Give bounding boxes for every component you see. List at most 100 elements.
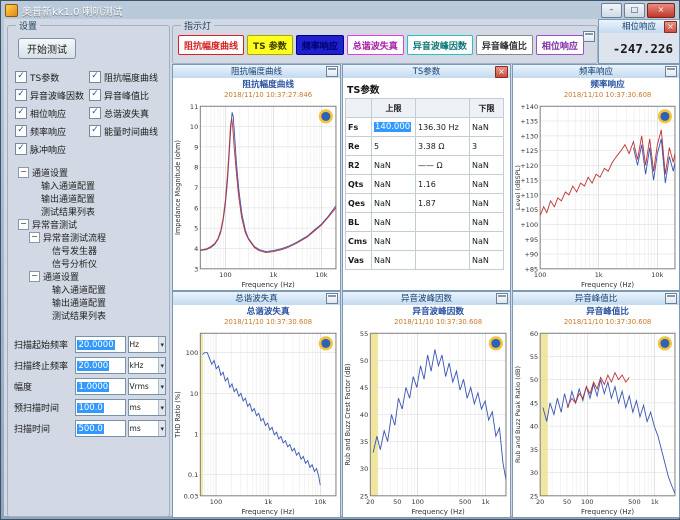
svg-text:总谐波失真: 总谐波失真	[247, 305, 290, 317]
checkbox-checked-icon: ✓	[15, 125, 27, 137]
restore-icon[interactable]	[583, 31, 595, 42]
crest-factor-panel: 异音波峰因数 2530354045505520501005001k异音波峰因数2…	[342, 291, 511, 518]
dropdown-arrow-icon: ▾	[158, 421, 165, 436]
field-input-0[interactable]: 20.0000	[75, 336, 125, 353]
restore-icon[interactable]	[326, 293, 338, 304]
unit-label: kHz	[130, 361, 144, 370]
svg-text:+135: +135	[520, 118, 538, 126]
svg-text:100: 100	[186, 349, 199, 357]
checkbox-item-2-1[interactable]: ✓总谐波失真	[89, 107, 171, 120]
indicator-button-2[interactable]: 频率响应	[296, 35, 344, 55]
svg-text:500: 500	[459, 498, 472, 506]
checkbox-item-1-1[interactable]: ✓异音峰值比	[89, 89, 171, 102]
tree-collapse-icon[interactable]: −	[18, 219, 29, 230]
field-value: 500.0	[77, 424, 103, 434]
indicator-button-6[interactable]: 相位响应	[536, 35, 584, 55]
checkbox-item-0-1[interactable]: ✓阻抗幅度曲线	[89, 71, 171, 84]
close-button[interactable]: ×	[647, 3, 675, 18]
tree-collapse-icon[interactable]: −	[29, 232, 40, 243]
indicator-button-3[interactable]: 总谐波失真	[347, 35, 404, 55]
field-input-4[interactable]: 500.0	[75, 420, 125, 437]
field-label: 预扫描时间	[14, 401, 73, 414]
maximize-button[interactable]: □	[624, 3, 645, 18]
tree-collapse-icon[interactable]: −	[29, 271, 40, 282]
svg-text:50: 50	[530, 376, 538, 384]
tree-item-3[interactable]: 测试结果列表	[16, 205, 106, 218]
indicator-button-0[interactable]: 阻抗幅度曲线	[178, 35, 244, 55]
field-input-2[interactable]: 1.0000	[75, 378, 125, 395]
unit-select-3[interactable]: ms▾	[128, 399, 166, 416]
tree-item-label: 信号分析仪	[52, 257, 97, 270]
unit-select-0[interactable]: Hz▾	[128, 336, 166, 353]
dropdown-arrow-icon: ▾	[158, 337, 165, 352]
restore-icon[interactable]	[665, 293, 677, 304]
close-icon[interactable]: ×	[664, 21, 677, 33]
svg-text:10k: 10k	[651, 271, 663, 279]
close-icon[interactable]: ×	[495, 66, 508, 78]
indicator-button-4[interactable]: 异音波峰因数	[407, 35, 473, 55]
checkbox-item-2-0[interactable]: ✓相位响应	[15, 107, 89, 120]
checkbox-item-1-0[interactable]: ✓异音波峰因数	[15, 89, 89, 102]
checkbox-item-0-0[interactable]: ✓TS参数	[15, 71, 89, 84]
svg-text:9: 9	[194, 143, 198, 151]
tree-item-0[interactable]: −通道设置	[16, 166, 106, 179]
indicator-button-5[interactable]: 异音峰值比	[476, 35, 533, 55]
field-row-2: 幅度1.0000Vrms▾	[14, 376, 166, 397]
start-test-button[interactable]: 开始测试	[18, 38, 76, 59]
svg-text:100: 100	[219, 271, 232, 279]
unit-select-4[interactable]: ms▾	[128, 420, 166, 437]
svg-text:异音波峰因数: 异音波峰因数	[412, 305, 464, 317]
tree-item-label: 通道设置	[43, 270, 79, 283]
checkbox-item-3-1[interactable]: ✓能量时间曲线	[89, 125, 171, 138]
titlebar[interactable]: 奥普新kk1.0 喇叭测试 – □ ×	[1, 1, 679, 19]
svg-text:Frequency (Hz): Frequency (Hz)	[241, 507, 295, 516]
indicator-group: 指示灯 阻抗幅度曲线TS 参数频率响应总谐波失真异音波峰因数异音峰值比相位响应	[172, 25, 598, 64]
field-input-3[interactable]: 100.0	[75, 399, 125, 416]
field-input-1[interactable]: 20.000	[75, 357, 125, 374]
tree-collapse-icon[interactable]: −	[18, 167, 29, 178]
restore-icon[interactable]	[496, 293, 508, 304]
ts-table: 上限下限Fs140.000136.30 HzNaNRe53.38 Ω3R2NaN…	[345, 98, 504, 270]
svg-text:+105: +105	[520, 206, 538, 214]
checkbox-checked-icon: ✓	[89, 89, 101, 101]
svg-text:+110: +110	[520, 191, 538, 199]
checkbox-label: 异音峰值比	[104, 89, 149, 102]
frequency-response-panel: 频率响应 +85+90+95+100+105+110+115+120+125+1…	[512, 64, 680, 291]
ts-row-R2: R2NaN—— ΩNaN	[346, 156, 504, 175]
ts-row-Fs: Fs140.000136.30 HzNaN	[346, 118, 504, 137]
ts-column-header	[346, 99, 372, 118]
tree-item-8[interactable]: −通道设置	[16, 270, 106, 283]
svg-text:45: 45	[530, 399, 538, 407]
tree-item-11[interactable]: 测试结果列表	[16, 309, 106, 322]
svg-text:+120: +120	[520, 162, 538, 170]
tree-item-10[interactable]: 输出通道配置	[16, 296, 106, 309]
restore-icon[interactable]	[665, 66, 677, 77]
tree-item-1[interactable]: 输入通道配置	[16, 179, 106, 192]
svg-text:6: 6	[194, 204, 198, 212]
ts-parameters-panel: TS参数 × TS参数 上限下限Fs140.000136.30 HzNaNRe5…	[342, 64, 511, 291]
svg-text:55: 55	[360, 330, 368, 338]
tree-item-6[interactable]: 信号发生器	[16, 244, 106, 257]
checkbox-item-3-0[interactable]: ✓频率响应	[15, 125, 89, 138]
svg-text:8: 8	[194, 164, 198, 172]
field-row-1: 扫描终止频率20.000kHz▾	[14, 355, 166, 376]
checkbox-item-4-0[interactable]: ✓脉冲响应	[15, 143, 89, 156]
checkbox-label: 阻抗幅度曲线	[104, 71, 158, 84]
svg-text:20: 20	[366, 498, 374, 506]
tree-item-9[interactable]: 输入通道配置	[16, 283, 106, 296]
tree-item-4[interactable]: −异常音测试	[16, 218, 106, 231]
tree-item-7[interactable]: 信号分析仪	[16, 257, 106, 270]
unit-select-2[interactable]: Vrms▾	[128, 378, 166, 395]
restore-icon[interactable]	[326, 66, 338, 77]
settings-tree: −通道设置输入通道配置输出通道配置测试结果列表−异常音测试−异常音测试流程信号发…	[16, 166, 106, 322]
unit-select-1[interactable]: kHz▾	[128, 357, 166, 374]
minimize-button[interactable]: –	[601, 3, 622, 18]
svg-text:0.03: 0.03	[184, 492, 199, 500]
tree-item-label: 异常音测试	[32, 218, 77, 231]
ts-row-Vas: VasNaNNaN	[346, 251, 504, 270]
checkbox-checked-icon: ✓	[89, 107, 101, 119]
tree-item-5[interactable]: −异常音测试流程	[16, 231, 106, 244]
indicator-button-1[interactable]: TS 参数	[247, 35, 293, 55]
svg-text:频率响应: 频率响应	[591, 78, 626, 90]
tree-item-2[interactable]: 输出通道配置	[16, 192, 106, 205]
